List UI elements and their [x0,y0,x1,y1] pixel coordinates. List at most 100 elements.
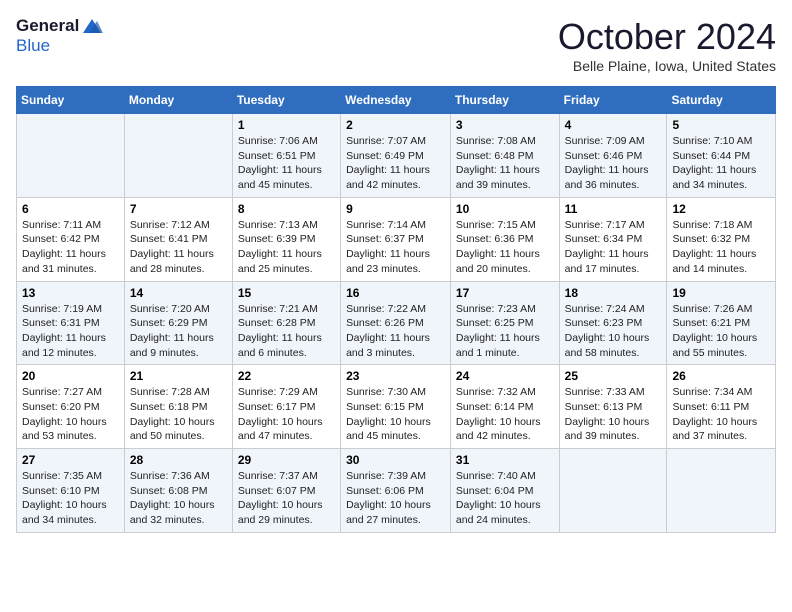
day-detail: Sunrise: 7:30 AMSunset: 6:15 PMDaylight:… [346,385,445,444]
day-number: 25 [565,369,662,383]
day-detail: Sunrise: 7:22 AMSunset: 6:26 PMDaylight:… [346,302,445,361]
calendar-week-row: 6 Sunrise: 7:11 AMSunset: 6:42 PMDaylight… [17,197,776,281]
day-detail: Sunrise: 7:35 AMSunset: 6:10 PMDaylight:… [22,469,119,528]
day-number: 29 [238,453,335,467]
calendar-cell: 22 Sunrise: 7:29 AMSunset: 6:17 PMDayligh… [232,365,340,449]
day-number: 12 [672,202,770,216]
day-detail: Sunrise: 7:17 AMSunset: 6:34 PMDaylight:… [565,218,662,277]
day-number: 2 [346,118,445,132]
day-number: 3 [456,118,554,132]
calendar-cell: 1Sunrise: 7:06 AMSunset: 6:51 PMDaylight… [232,114,340,198]
weekday-header-tuesday: Tuesday [232,87,340,114]
day-number: 21 [130,369,227,383]
calendar-cell: 18 Sunrise: 7:24 AMSunset: 6:23 PMDayligh… [559,281,667,365]
day-number: 15 [238,286,335,300]
day-detail: Sunrise: 7:19 AMSunset: 6:31 PMDaylight:… [22,302,119,361]
calendar-week-row: 1Sunrise: 7:06 AMSunset: 6:51 PMDaylight… [17,114,776,198]
day-number: 31 [456,453,554,467]
day-number: 20 [22,369,119,383]
logo-blue: Blue [16,36,50,55]
day-detail: Sunrise: 7:15 AMSunset: 6:36 PMDaylight:… [456,218,554,277]
day-number: 18 [565,286,662,300]
calendar-cell: 12 Sunrise: 7:18 AMSunset: 6:32 PMDayligh… [667,197,776,281]
day-number: 22 [238,369,335,383]
day-detail: Sunrise: 7:13 AMSunset: 6:39 PMDaylight:… [238,218,335,277]
weekday-header-friday: Friday [559,87,667,114]
day-detail: Sunrise: 7:10 AMSunset: 6:44 PMDaylight:… [672,134,770,193]
day-number: 8 [238,202,335,216]
day-number: 30 [346,453,445,467]
day-detail: Sunrise: 7:33 AMSunset: 6:13 PMDaylight:… [565,385,662,444]
calendar-cell: 4 Sunrise: 7:09 AMSunset: 6:46 PMDaylight… [559,114,667,198]
logo-icon [81,17,103,35]
calendar-cell: 11 Sunrise: 7:17 AMSunset: 6:34 PMDayligh… [559,197,667,281]
calendar-cell: 14 Sunrise: 7:20 AMSunset: 6:29 PMDayligh… [124,281,232,365]
day-number: 11 [565,202,662,216]
calendar-cell: 27Sunrise: 7:35 AMSunset: 6:10 PMDayligh… [17,449,125,533]
calendar-cell: 29 Sunrise: 7:37 AMSunset: 6:07 PMDayligh… [232,449,340,533]
weekday-header-thursday: Thursday [450,87,559,114]
day-number: 24 [456,369,554,383]
day-detail: Sunrise: 7:08 AMSunset: 6:48 PMDaylight:… [456,134,554,193]
weekday-header-wednesday: Wednesday [341,87,451,114]
logo-general: General [16,16,79,36]
calendar-cell: 31 Sunrise: 7:40 AMSunset: 6:04 PMDayligh… [450,449,559,533]
calendar-week-row: 20 Sunrise: 7:27 AMSunset: 6:20 PMDayligh… [17,365,776,449]
weekday-header-saturday: Saturday [667,87,776,114]
day-number: 19 [672,286,770,300]
day-detail: Sunrise: 7:11 AMSunset: 6:42 PMDaylight:… [22,218,119,277]
location-title: Belle Plaine, Iowa, United States [558,58,776,74]
calendar-cell: 3 Sunrise: 7:08 AMSunset: 6:48 PMDaylight… [450,114,559,198]
day-number: 10 [456,202,554,216]
day-number: 26 [672,369,770,383]
logo: General Blue [16,16,103,56]
calendar-cell: 15 Sunrise: 7:21 AMSunset: 6:28 PMDayligh… [232,281,340,365]
day-detail: Sunrise: 7:20 AMSunset: 6:29 PMDaylight:… [130,302,227,361]
calendar-cell: 28 Sunrise: 7:36 AMSunset: 6:08 PMDayligh… [124,449,232,533]
calendar-cell [559,449,667,533]
calendar-cell: 19 Sunrise: 7:26 AMSunset: 6:21 PMDayligh… [667,281,776,365]
day-detail: Sunrise: 7:28 AMSunset: 6:18 PMDaylight:… [130,385,227,444]
calendar-cell: 16 Sunrise: 7:22 AMSunset: 6:26 PMDayligh… [341,281,451,365]
day-detail: Sunrise: 7:07 AMSunset: 6:49 PMDaylight:… [346,134,445,193]
title-block: October 2024 Belle Plaine, Iowa, United … [558,16,776,74]
day-detail: Sunrise: 7:26 AMSunset: 6:21 PMDaylight:… [672,302,770,361]
day-detail: Sunrise: 7:29 AMSunset: 6:17 PMDaylight:… [238,385,335,444]
day-number: 23 [346,369,445,383]
weekday-header-sunday: Sunday [17,87,125,114]
day-detail: Sunrise: 7:06 AMSunset: 6:51 PMDaylight:… [238,134,335,193]
day-detail: Sunrise: 7:27 AMSunset: 6:20 PMDaylight:… [22,385,119,444]
day-detail: Sunrise: 7:36 AMSunset: 6:08 PMDaylight:… [130,469,227,528]
day-number: 14 [130,286,227,300]
day-detail: Sunrise: 7:32 AMSunset: 6:14 PMDaylight:… [456,385,554,444]
calendar-cell: 9Sunrise: 7:14 AMSunset: 6:37 PMDaylight… [341,197,451,281]
day-number: 6 [22,202,119,216]
calendar-cell: 13Sunrise: 7:19 AMSunset: 6:31 PMDayligh… [17,281,125,365]
day-number: 4 [565,118,662,132]
calendar-cell: 7 Sunrise: 7:12 AMSunset: 6:41 PMDaylight… [124,197,232,281]
day-detail: Sunrise: 7:39 AMSunset: 6:06 PMDaylight:… [346,469,445,528]
calendar-cell: 20 Sunrise: 7:27 AMSunset: 6:20 PMDayligh… [17,365,125,449]
calendar-table: SundayMondayTuesdayWednesdayThursdayFrid… [16,86,776,533]
calendar-cell [124,114,232,198]
day-detail: Sunrise: 7:12 AMSunset: 6:41 PMDaylight:… [130,218,227,277]
day-number: 7 [130,202,227,216]
calendar-cell: 2 Sunrise: 7:07 AMSunset: 6:49 PMDaylight… [341,114,451,198]
day-detail: Sunrise: 7:24 AMSunset: 6:23 PMDaylight:… [565,302,662,361]
day-detail: Sunrise: 7:40 AMSunset: 6:04 PMDaylight:… [456,469,554,528]
day-detail: Sunrise: 7:23 AMSunset: 6:25 PMDaylight:… [456,302,554,361]
day-detail: Sunrise: 7:09 AMSunset: 6:46 PMDaylight:… [565,134,662,193]
calendar-cell: 17Sunrise: 7:23 AMSunset: 6:25 PMDayligh… [450,281,559,365]
day-number: 28 [130,453,227,467]
day-detail: Sunrise: 7:21 AMSunset: 6:28 PMDaylight:… [238,302,335,361]
calendar-cell: 25 Sunrise: 7:33 AMSunset: 6:13 PMDayligh… [559,365,667,449]
calendar-cell: 6 Sunrise: 7:11 AMSunset: 6:42 PMDaylight… [17,197,125,281]
day-number: 5 [672,118,770,132]
day-detail: Sunrise: 7:18 AMSunset: 6:32 PMDaylight:… [672,218,770,277]
day-number: 16 [346,286,445,300]
day-detail: Sunrise: 7:34 AMSunset: 6:11 PMDaylight:… [672,385,770,444]
day-number: 9 [346,202,445,216]
calendar-week-row: 13Sunrise: 7:19 AMSunset: 6:31 PMDayligh… [17,281,776,365]
day-detail: Sunrise: 7:37 AMSunset: 6:07 PMDaylight:… [238,469,335,528]
calendar-cell [17,114,125,198]
